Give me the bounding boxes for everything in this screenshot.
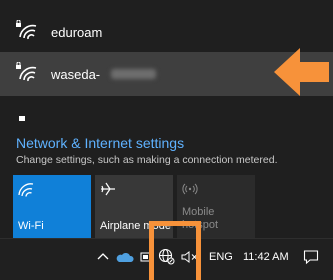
clock[interactable]: 11:42 AM <box>243 251 289 263</box>
notifications-icon[interactable] <box>303 249 319 265</box>
lock-icon <box>19 116 25 121</box>
network-name: eduroam <box>51 24 103 40</box>
wifi-secured-icon <box>16 20 37 40</box>
mobile-hotspot-icon <box>182 183 198 195</box>
tile-label: Wi-Fi <box>18 220 44 232</box>
language-indicator[interactable]: ENG <box>209 251 233 263</box>
wifi-icon <box>18 183 34 197</box>
network-settings-description: Change settings, such as making a connec… <box>16 154 278 166</box>
network-settings-link[interactable]: Network & Internet settings <box>16 135 184 151</box>
wifi-secured-icon <box>16 62 37 82</box>
highlight-box <box>149 221 201 280</box>
onedrive-icon[interactable] <box>116 251 134 263</box>
arrow-icon <box>274 48 329 96</box>
network-flyout: eduroam waseda- Network & Internet setti… <box>0 0 333 238</box>
redacted-network-name <box>111 69 156 79</box>
network-name: waseda- <box>51 66 101 82</box>
airplane-icon <box>101 182 115 196</box>
wifi-toggle-tile[interactable]: Wi-Fi <box>13 175 91 238</box>
chevron-up-icon[interactable] <box>97 251 109 261</box>
